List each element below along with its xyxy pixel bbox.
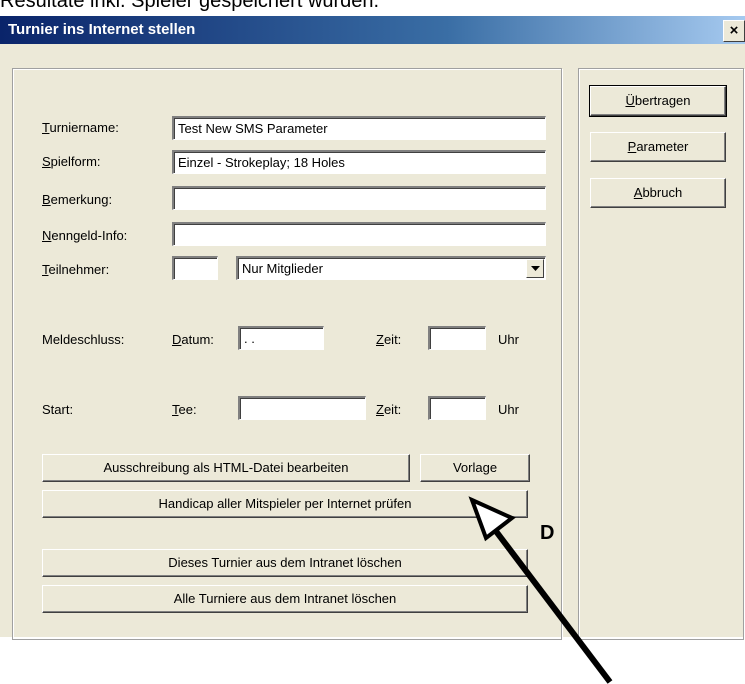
delete-tournament-button[interactable]: Dieses Turnier aus dem Intranet löschen	[42, 549, 528, 577]
teilnehmer-label: Teilnehmer:	[42, 262, 110, 277]
uebertragen-button[interactable]: Übertragen	[589, 85, 727, 117]
start-zeit-label: Zeit:	[376, 402, 402, 417]
datum-label: Datum:	[172, 332, 214, 347]
meldeschluss-zeit-input[interactable]	[428, 326, 486, 350]
chevron-down-icon	[531, 266, 540, 271]
close-icon: ×	[729, 22, 739, 39]
teilnehmer-selected-value: Nur Mitglieder	[242, 261, 323, 276]
nenngeld-input[interactable]	[172, 222, 546, 246]
spielform-label: Spielform:	[42, 154, 101, 169]
title-bar: Turnier ins Internet stellen ×	[0, 16, 745, 44]
parameter-button[interactable]: Parameter	[590, 132, 726, 162]
bemerkung-label: Bemerkung:	[42, 192, 113, 207]
teilnehmer-select[interactable]: Nur Mitglieder	[236, 256, 546, 280]
caption-text: Resultate inkl. Spieler gespeichert wurd…	[0, 0, 380, 12]
dropdown-button[interactable]	[526, 259, 544, 278]
nenngeld-label: Nenngeld-Info:	[42, 228, 128, 243]
start-zeit-input[interactable]	[428, 396, 486, 420]
meldeschluss-label: Meldeschluss:	[42, 332, 125, 347]
annotation-letter: D	[540, 522, 555, 544]
tee-label: Tee:	[172, 402, 197, 417]
datum-input[interactable]: . .	[238, 326, 324, 350]
turniername-label-rest: urniername:	[49, 120, 119, 135]
close-button[interactable]: ×	[723, 20, 745, 42]
spielform-input[interactable]: Einzel - Strokeplay; 18 Holes	[172, 150, 546, 174]
delete-all-tournaments-button[interactable]: Alle Turniere aus dem Intranet löschen	[42, 585, 528, 613]
turniername-label: Turniername:	[42, 120, 119, 135]
meldeschluss-uhr-label: Uhr	[498, 332, 519, 347]
ausschreibung-button[interactable]: Ausschreibung als HTML-Datei bearbeiten	[42, 454, 410, 482]
annotation-arrow-icon	[468, 496, 613, 684]
abbruch-button[interactable]: Abbruch	[590, 178, 726, 208]
teilnehmer-count-input[interactable]	[172, 256, 218, 280]
handicap-check-button[interactable]: Handicap aller Mitspieler per Internet p…	[42, 490, 528, 518]
start-uhr-label: Uhr	[498, 402, 519, 417]
turniername-input[interactable]: Test New SMS Parameter	[172, 116, 546, 140]
window-title: Turnier ins Internet stellen	[8, 21, 196, 38]
tee-input[interactable]	[238, 396, 366, 420]
start-label: Start:	[42, 402, 74, 417]
vorlage-button[interactable]: Vorlage	[420, 454, 530, 482]
meldeschluss-zeit-label: Zeit:	[376, 332, 402, 347]
dialog-body: Turniername: Test New SMS Parameter Spie…	[0, 44, 745, 684]
bemerkung-input[interactable]	[172, 186, 546, 210]
